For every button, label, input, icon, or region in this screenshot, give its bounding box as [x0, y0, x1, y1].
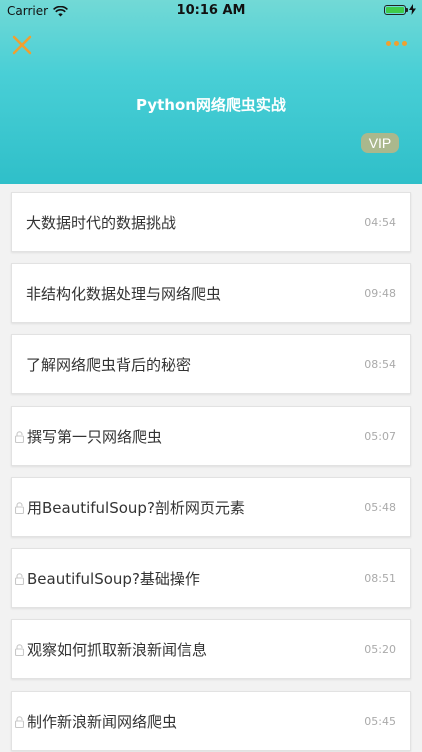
lesson-title: 撰写第一只网络爬虫 [27, 428, 163, 446]
battery-icon [384, 4, 408, 15]
lock-icon [15, 573, 24, 585]
lock-icon [15, 431, 24, 443]
lock-icon [15, 502, 24, 514]
list-item[interactable]: 非结构化数据处理与网络爬虫 09:48 [11, 263, 411, 323]
list-item[interactable]: 了解网络爬虫背后的秘密 08:54 [11, 334, 411, 394]
more-icon-dot [402, 40, 407, 46]
lesson-duration: 05:07 [364, 430, 396, 443]
list-item[interactable]: BeautifulSoup?基础操作 08:51 [11, 548, 411, 608]
battery-indicator [384, 4, 416, 15]
lesson-duration: 04:54 [364, 216, 396, 229]
list-item[interactable]: 制作新浪新闻网络爬虫 05:45 [11, 691, 411, 751]
close-icon [12, 35, 32, 55]
list-item[interactable]: 撰写第一只网络爬虫 05:07 [11, 406, 411, 466]
lesson-title: 用BeautifulSoup?剖析网页元素 [27, 499, 245, 517]
list-item[interactable]: 用BeautifulSoup?剖析网页元素 05:48 [11, 477, 411, 537]
lesson-title: 大数据时代的数据挑战 [26, 214, 177, 232]
charging-icon [409, 4, 416, 15]
lesson-duration: 09:48 [364, 287, 396, 300]
lock-icon [15, 716, 24, 728]
lesson-title: 观察如何抓取新浪新闻信息 [27, 641, 208, 659]
lesson-duration: 08:54 [364, 358, 396, 371]
list-item[interactable]: 大数据时代的数据挑战 04:54 [11, 192, 411, 252]
close-button[interactable] [10, 33, 34, 57]
status-bar: Carrier 10:16 AM [0, 0, 422, 22]
more-icon-dot [394, 40, 399, 46]
lesson-title: 非结构化数据处理与网络爬虫 [26, 285, 222, 303]
course-header: Python网络爬虫实战 VIP [0, 0, 422, 184]
vip-badge: VIP [361, 133, 399, 153]
list-item[interactable]: 观察如何抓取新浪新闻信息 05:20 [11, 619, 411, 679]
status-time: 10:16 AM [176, 3, 246, 18]
page-title: Python网络爬虫实战 [136, 96, 286, 114]
lock-icon [15, 644, 24, 656]
lesson-duration: 05:48 [364, 501, 396, 514]
lesson-duration: 05:20 [364, 643, 396, 656]
lesson-title: 了解网络爬虫背后的秘密 [26, 356, 192, 374]
lesson-title: 制作新浪新闻网络爬虫 [27, 713, 178, 731]
more-button[interactable] [386, 38, 410, 48]
lesson-duration: 08:51 [364, 572, 396, 585]
lesson-title: BeautifulSoup?基础操作 [27, 570, 200, 588]
more-icon-dot [386, 40, 391, 46]
lesson-duration: 05:45 [364, 715, 396, 728]
